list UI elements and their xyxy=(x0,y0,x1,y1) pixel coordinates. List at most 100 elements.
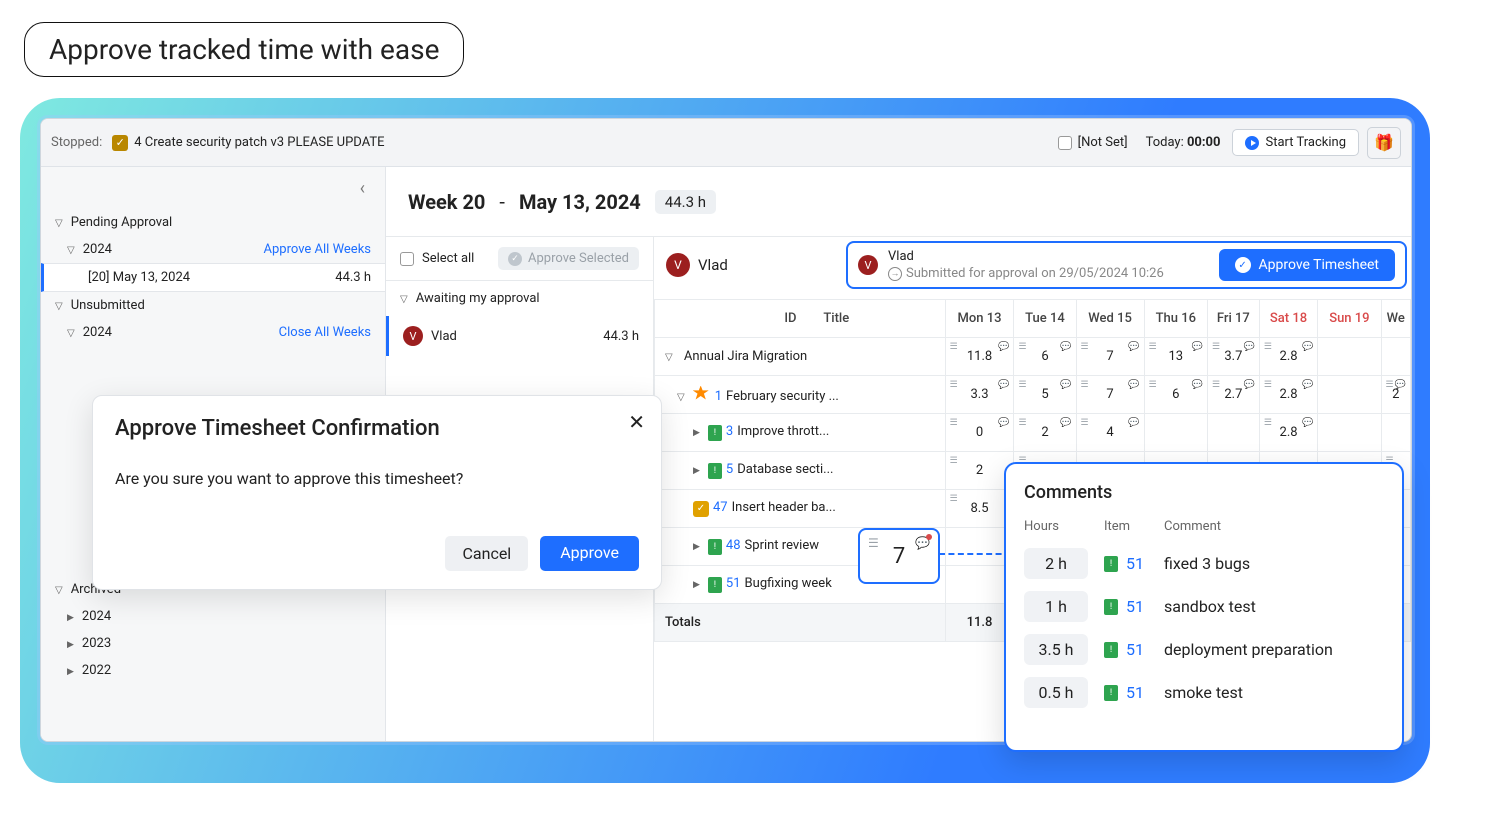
sheet-user-label: V Vlad xyxy=(666,253,728,277)
comments-popover: Comments Hours Item Comment 2 h !51 fixe… xyxy=(1004,462,1404,752)
sidebar-unsubmitted[interactable]: Unsubmitted xyxy=(41,292,385,319)
comment-item-link[interactable]: 51 xyxy=(1126,683,1144,702)
cell[interactable]: ☰💬2.8 xyxy=(1259,376,1317,414)
select-all-label: Select all xyxy=(422,251,474,266)
cell[interactable]: ☰💬6 xyxy=(1014,338,1076,376)
cell[interactable] xyxy=(1144,414,1207,452)
task-check-icon: ✓ xyxy=(112,135,128,151)
cell[interactable] xyxy=(1318,338,1381,376)
cell[interactable]: ☰💬7 xyxy=(1076,338,1144,376)
table-row[interactable]: !3Improve thrott...☰💬0☰💬2☰💬4☰💬2.8 xyxy=(655,414,1411,452)
start-tracking-button[interactable]: Start Tracking xyxy=(1232,129,1359,156)
approve-button[interactable]: Approve xyxy=(540,536,639,571)
comment-hours: 1 h xyxy=(1024,591,1088,622)
sidebar-archived-2024[interactable]: 2024 xyxy=(41,603,385,630)
cell[interactable]: ☰💬2.8 xyxy=(1259,338,1317,376)
week-header: Week 20 - May 13, 2024 44.3 h xyxy=(386,167,1411,237)
cell[interactable]: ☰💬2.7 xyxy=(1207,376,1259,414)
cell[interactable]: ☰💬11.8 xyxy=(945,338,1014,376)
approve-banner: V Vlad → Submitted for approval on 29/05… xyxy=(846,241,1407,289)
comment-hours: 3.5 h xyxy=(1024,634,1088,665)
cell[interactable]: ☰💬5 xyxy=(1014,376,1076,414)
notset-group[interactable]: [Not Set] xyxy=(1058,135,1128,150)
comment-row: 3.5 h ! 51 deployment preparation xyxy=(1024,628,1384,671)
sidebar-unsubmitted-2024[interactable]: 2024 Close All Weeks xyxy=(41,319,385,346)
play-icon xyxy=(1245,136,1259,150)
cell[interactable]: ☰💬3.3 xyxy=(945,376,1014,414)
approve-selected-button[interactable]: ✓ Approve Selected xyxy=(498,247,639,270)
cell[interactable]: ☰💬0 xyxy=(945,414,1014,452)
cell[interactable] xyxy=(1381,338,1410,376)
task-icon: ! xyxy=(1104,642,1118,658)
comment-item-link[interactable]: 51 xyxy=(1126,640,1144,659)
task-icon: ! xyxy=(1104,599,1118,615)
avatar: V xyxy=(858,255,878,275)
stopped-label: Stopped: xyxy=(51,135,102,150)
table-row[interactable]: Annual Jira Migration☰💬11.8☰💬6☰💬7☰💬13☰💬3… xyxy=(655,338,1411,376)
table-row[interactable]: 1February security ...☰💬3.3☰💬5☰💬7☰💬6☰💬2.… xyxy=(655,376,1411,414)
stopped-task-id: 4 xyxy=(134,135,141,150)
topbar: Stopped: ✓ 4 Create security patch v3 PL… xyxy=(41,119,1411,167)
comment-item-link[interactable]: 51 xyxy=(1126,597,1144,616)
cell[interactable] xyxy=(1381,414,1410,452)
comment-text: smoke test xyxy=(1164,683,1384,702)
highlight-cell[interactable]: ☰ 💬 7 xyxy=(858,528,940,584)
comment-text: fixed 3 bugs xyxy=(1164,554,1384,573)
awaiting-header[interactable]: Awaiting my approval xyxy=(386,281,653,316)
cell[interactable] xyxy=(1318,414,1381,452)
comment-row: 1 h ! 51 sandbox test xyxy=(1024,585,1384,628)
select-all-checkbox[interactable] xyxy=(400,252,414,266)
comment-row: 0.5 h ! 51 smoke test xyxy=(1024,671,1384,714)
page-headline: Approve tracked time with ease xyxy=(24,22,464,77)
comment-hours: 2 h xyxy=(1024,548,1088,579)
comment-item-link[interactable]: 51 xyxy=(1126,554,1144,573)
banner-user: Vlad xyxy=(888,249,1209,264)
cell[interactable]: ☰💬6 xyxy=(1144,376,1207,414)
close-icon[interactable]: ✕ xyxy=(628,410,645,434)
stopped-task-title: Create security patch v3 PLEASE UPDATE xyxy=(145,135,385,150)
comment-hours: 0.5 h xyxy=(1024,677,1088,708)
confirm-dialog: ✕ Approve Timesheet Confirmation Are you… xyxy=(92,395,662,590)
avatar: V xyxy=(666,253,690,277)
comment-row: 2 h ! 51 fixed 3 bugs xyxy=(1024,542,1384,585)
user-avatar: V xyxy=(403,326,423,346)
sidebar-year-2024[interactable]: 2024 Approve All Weeks xyxy=(41,236,385,263)
check-circle-icon: ✓ xyxy=(1235,257,1251,273)
comment-text: deployment preparation xyxy=(1164,640,1384,659)
comments-title: Comments xyxy=(1024,482,1384,503)
notset-label: [Not Set] xyxy=(1078,135,1128,150)
cell[interactable]: ☰💬13 xyxy=(1144,338,1207,376)
check-circle-icon: ✓ xyxy=(508,252,522,266)
collapse-sidebar-icon[interactable]: ‹ xyxy=(360,178,365,199)
submitted-icon: → xyxy=(888,267,902,281)
close-all-weeks-link[interactable]: Close All Weeks xyxy=(279,325,371,340)
cell[interactable]: ☰💬7 xyxy=(1076,376,1144,414)
cell[interactable] xyxy=(1318,376,1381,414)
cell[interactable]: ☰💬2.8 xyxy=(1259,414,1317,452)
task-icon: ! xyxy=(1104,685,1118,701)
approve-all-weeks-link[interactable]: Approve All Weeks xyxy=(264,242,371,257)
cell[interactable]: ☰💬3.7 xyxy=(1207,338,1259,376)
cell[interactable]: ☰💬4 xyxy=(1076,414,1144,452)
gift-icon[interactable]: 🎁 xyxy=(1367,127,1401,159)
comment-text: sandbox test xyxy=(1164,597,1384,616)
cancel-button[interactable]: Cancel xyxy=(445,536,528,571)
today-time: Today: 00:00 xyxy=(1146,135,1221,150)
notset-checkbox[interactable] xyxy=(1058,136,1072,150)
dialog-text: Are you sure you want to approve this ti… xyxy=(115,469,639,488)
sidebar-week-selected[interactable]: [20] May 13, 2024 44.3 h xyxy=(41,263,385,292)
week-hours-badge: 44.3 h xyxy=(655,190,716,214)
cell[interactable] xyxy=(1207,414,1259,452)
cell[interactable]: ☰💬2 xyxy=(1381,376,1410,414)
approve-timesheet-button[interactable]: ✓ Approve Timesheet xyxy=(1219,249,1395,281)
sidebar-pending-approval[interactable]: Pending Approval xyxy=(41,209,385,236)
sidebar-archived-2022[interactable]: 2022 xyxy=(41,657,385,684)
banner-submitted: → Submitted for approval on 29/05/2024 1… xyxy=(888,266,1209,281)
connector-line xyxy=(939,553,1011,555)
task-icon: ! xyxy=(1104,556,1118,572)
approval-user-row[interactable]: V Vlad 44.3 h xyxy=(386,316,653,356)
sidebar-archived-2023[interactable]: 2023 xyxy=(41,630,385,657)
note-icon: ☰ xyxy=(868,536,879,550)
cell[interactable]: ☰💬2 xyxy=(1014,414,1076,452)
dialog-title: Approve Timesheet Confirmation xyxy=(115,416,639,441)
